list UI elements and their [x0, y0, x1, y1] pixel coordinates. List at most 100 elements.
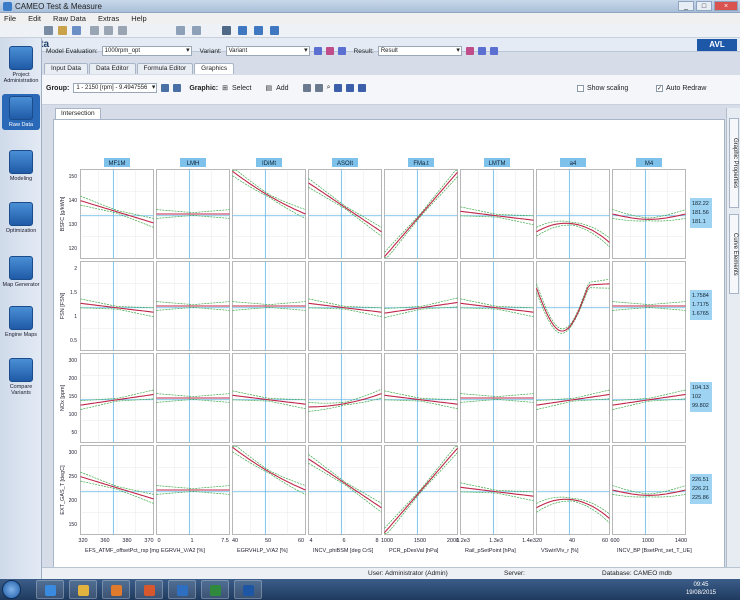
- show-scaling-checkbox[interactable]: [577, 85, 584, 92]
- minimize-button[interactable]: _: [678, 1, 694, 11]
- taskbar: 09:45 19/08/2015: [0, 579, 740, 600]
- x-tick-label: 6: [342, 538, 345, 544]
- menu-bar: File Edit Raw Data Extras Help: [0, 13, 740, 24]
- y-tick-label: 1: [74, 314, 77, 320]
- select-icon[interactable]: ⊞: [222, 84, 228, 92]
- result-add-icon[interactable]: [477, 47, 486, 55]
- menu-extras[interactable]: Extras: [98, 13, 119, 24]
- paste-icon[interactable]: [118, 26, 127, 35]
- y-tick-label: 130: [69, 222, 78, 228]
- tab-formula-editor[interactable]: Formula Editor: [136, 63, 194, 74]
- save-icon[interactable]: [72, 26, 81, 35]
- taskbar-explorer[interactable]: [69, 580, 97, 599]
- variant-select[interactable]: Variant: [225, 46, 310, 56]
- project-icon: [9, 46, 33, 70]
- undo-icon[interactable]: [176, 26, 185, 35]
- menu-help[interactable]: Help: [131, 13, 146, 24]
- result-label: Result:: [353, 47, 374, 55]
- sidebar-item-compare-variants[interactable]: Compare Variants: [2, 358, 40, 396]
- column-header: ASOIt: [337, 161, 353, 167]
- graph-copy-icon[interactable]: [302, 84, 311, 92]
- taskbar-cameo[interactable]: [168, 580, 196, 599]
- variant-copy-icon[interactable]: [337, 47, 346, 55]
- print-icon[interactable]: [222, 26, 231, 35]
- intersection-tab[interactable]: Intersection: [55, 108, 101, 119]
- cut-icon[interactable]: [90, 26, 99, 35]
- add-graphic-button[interactable]: Add: [276, 85, 288, 92]
- model-evaluation-select[interactable]: 1000rpm_opt: [101, 46, 192, 56]
- add-graphic-icon[interactable]: ▤: [265, 84, 272, 92]
- taskbar-media[interactable]: [102, 580, 130, 599]
- maximize-button[interactable]: □: [696, 1, 712, 11]
- sidebar-item-engine-maps[interactable]: Engine Maps: [2, 306, 40, 338]
- sidebar-item-map-generator[interactable]: Map Generator: [2, 256, 40, 288]
- x-tick-label: 4: [309, 538, 312, 544]
- sidebar-item-optimization[interactable]: Optimization: [2, 202, 40, 234]
- graphic-properties-tab[interactable]: Graphic Properties: [729, 118, 739, 208]
- x-tick-label: 370: [144, 538, 153, 544]
- open-icon[interactable]: [58, 26, 67, 35]
- sidebar-item-modeling[interactable]: Modeling: [2, 150, 40, 182]
- sidebar-item-raw-data[interactable]: Raw Data: [2, 94, 40, 130]
- map-generator-icon: [9, 256, 33, 280]
- result-select[interactable]: Result: [377, 46, 462, 56]
- sidebar-label: Project Administration: [3, 72, 39, 84]
- export-icon[interactable]: [238, 26, 247, 35]
- status-database: Database: CAMEO mdb: [602, 570, 672, 577]
- new-icon[interactable]: [44, 26, 53, 35]
- taskbar-app[interactable]: [234, 580, 262, 599]
- x-tick-label: 360: [100, 538, 109, 544]
- settings-icon[interactable]: [270, 26, 279, 35]
- sidebar-label: Engine Maps: [4, 332, 38, 338]
- group-refresh-icon[interactable]: [173, 84, 182, 92]
- close-button[interactable]: ×: [714, 1, 738, 11]
- taskbar-ie[interactable]: [36, 580, 64, 599]
- tab-graphics[interactable]: Graphics: [194, 63, 235, 74]
- status-bar: User: Administrator (Admin) Server: Data…: [42, 567, 740, 579]
- group-select[interactable]: 1 - 2150 [rpm] - 9.4947556: [73, 83, 158, 93]
- variant-action-icon[interactable]: [313, 47, 322, 55]
- show-scaling-label: Show scaling: [587, 85, 629, 92]
- taskbar-excel[interactable]: [201, 580, 229, 599]
- y-tick-label: 150: [69, 174, 78, 180]
- title-bar: CAMEO Test & Measure _ □ ×: [0, 0, 740, 13]
- clock-date: 19/08/2015: [685, 590, 716, 596]
- zoom-icon[interactable]: ⌕: [327, 84, 331, 92]
- chart-type-icon[interactable]: [346, 84, 355, 92]
- curve-elements-tab[interactable]: Curve Elements: [729, 214, 739, 294]
- result-filter-icon[interactable]: [465, 47, 474, 55]
- redo-icon[interactable]: [192, 26, 201, 35]
- row-value: 181.1: [692, 219, 706, 225]
- sidebar-label: Raw Data: [8, 122, 34, 128]
- taskbar-firefox[interactable]: [135, 580, 163, 599]
- menu-raw-data[interactable]: Raw Data: [53, 13, 86, 24]
- sidebar-item-project[interactable]: Project Administration: [2, 46, 40, 84]
- window-title: CAMEO Test & Measure: [15, 2, 102, 11]
- y-tick-label: 150: [69, 522, 78, 528]
- tab-strip: Input Data Data Editor Formula Editor Gr…: [42, 63, 740, 75]
- zoom-fit-icon[interactable]: [334, 84, 343, 92]
- graph-paste-icon[interactable]: [314, 84, 323, 92]
- row-value: 226.51: [692, 477, 709, 483]
- column-header: LMH: [187, 161, 200, 167]
- group-save-icon[interactable]: [161, 84, 170, 92]
- start-button[interactable]: [2, 580, 21, 599]
- layout-icon[interactable]: [254, 26, 263, 35]
- y-axis-label: EXT_GAS_T [degC]: [60, 465, 66, 515]
- menu-file[interactable]: File: [4, 13, 16, 24]
- engine-maps-icon: [9, 306, 33, 330]
- tab-data-editor[interactable]: Data Editor: [89, 63, 136, 74]
- select-button[interactable]: Select: [232, 85, 251, 92]
- variant-edit-icon[interactable]: [325, 47, 334, 55]
- copy-icon[interactable]: [104, 26, 113, 35]
- y-tick-label: 250: [69, 474, 78, 480]
- optimization-icon: [9, 202, 33, 226]
- chart-options-icon[interactable]: [358, 84, 367, 92]
- tab-input-data[interactable]: Input Data: [44, 63, 88, 74]
- menu-edit[interactable]: Edit: [28, 13, 41, 24]
- x-tick-label: 1000: [381, 538, 393, 544]
- result-remove-icon[interactable]: [489, 47, 498, 55]
- x-tick-label: 1000: [642, 538, 654, 544]
- auto-redraw-checkbox[interactable]: ✓: [656, 85, 663, 92]
- x-tick-label: 1400: [675, 538, 687, 544]
